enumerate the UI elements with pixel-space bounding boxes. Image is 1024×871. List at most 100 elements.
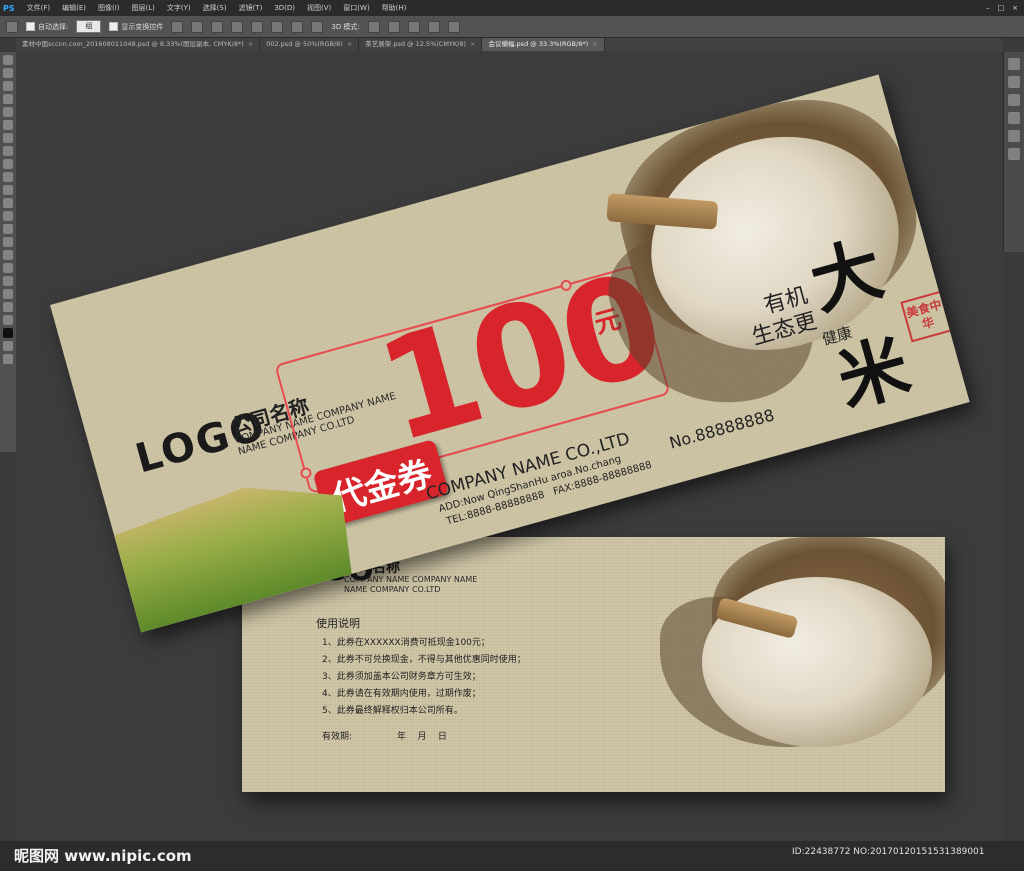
auto-select-label: 自动选择: <box>38 22 69 31</box>
stamp-tool-icon[interactable] <box>3 159 13 169</box>
menu-3d[interactable]: 3D(D) <box>268 4 301 12</box>
document-tabs: 素材中国sccnn.com_201608011048.psd @ 8.33%(图… <box>16 38 1002 51</box>
tab-document[interactable]: 002.psd @ 50%(RGB/8) × <box>260 38 360 51</box>
watermark-id: ID:22438772 NO:20170120151531389001 <box>792 847 985 857</box>
layers-panel-icon[interactable] <box>1008 148 1020 160</box>
voucher-number: No.88888888 <box>667 405 777 453</box>
path-select-tool-icon[interactable] <box>3 263 13 273</box>
paragraph-panel-icon[interactable] <box>1008 130 1020 142</box>
photoshop-logo[interactable]: PS <box>0 4 21 13</box>
tab-label: 002.psd @ 50%(RGB/8) <box>266 40 343 48</box>
close-icon[interactable]: × <box>1012 4 1018 12</box>
history-panel-icon[interactable] <box>1008 58 1020 70</box>
tab-label: 素材中国sccnn.com_201608011048.psd @ 8.33%(图… <box>22 40 244 48</box>
history-brush-tool-icon[interactable] <box>3 172 13 182</box>
crop-tool-icon[interactable] <box>3 107 13 117</box>
rule-item: 2、此券不可兑换现金，不得与其他优惠同时使用； <box>322 655 526 665</box>
dodge-tool-icon[interactable] <box>3 224 13 234</box>
back-company-name-en-1: COMPANY NAME COMPANY NAME <box>344 575 478 584</box>
minimize-icon[interactable]: – <box>986 4 990 12</box>
marquee-tool-icon[interactable] <box>3 68 13 78</box>
move-tool-icon[interactable] <box>6 20 18 33</box>
tab-document-active[interactable]: 会议横幅.psd @ 33.3%(RGB/8*) × <box>482 38 605 51</box>
type-tool-icon[interactable] <box>3 250 13 260</box>
menu-select[interactable]: 选择(S) <box>197 3 233 13</box>
3d-slide-icon[interactable] <box>427 20 440 33</box>
auto-select-dropdown[interactable]: 组 <box>76 20 102 33</box>
quick-select-tool-icon[interactable] <box>3 94 13 104</box>
menu-image[interactable]: 图像(I) <box>92 3 126 13</box>
screen-mode-icon[interactable] <box>3 354 13 364</box>
usage-title: 使用说明 <box>316 617 360 630</box>
brush-panel-icon[interactable] <box>1008 94 1020 106</box>
auto-select-option[interactable]: 自动选择: <box>26 22 68 32</box>
move-tool-icon[interactable] <box>3 55 13 65</box>
pen-tool-icon[interactable] <box>3 237 13 247</box>
menu-bar: PS 文件(F) 编辑(E) 图像(I) 图层(L) 文字(Y) 选择(S) 滤… <box>0 0 1024 17</box>
color-swatch-icon[interactable] <box>3 328 13 338</box>
tab-close-icon[interactable]: × <box>248 40 253 48</box>
tab-close-icon[interactable]: × <box>592 40 597 48</box>
align-top-icon[interactable] <box>171 20 184 33</box>
shape-tool-icon[interactable] <box>3 276 13 286</box>
align-center-icon[interactable] <box>251 20 264 33</box>
show-transform-option[interactable]: 显示变换控件 <box>109 22 163 32</box>
3d-pan-icon[interactable] <box>407 20 420 33</box>
brush-tool-icon[interactable] <box>3 146 13 156</box>
tab-document[interactable]: 素材中国sccnn.com_201608011048.psd @ 8.33%(图… <box>16 38 261 51</box>
3d-scale-icon[interactable] <box>447 20 460 33</box>
valid-period-fields: 年 月 日 <box>397 732 447 742</box>
rule-item: 3、此券须加盖本公司财务章方可生效； <box>322 672 481 682</box>
tab-document[interactable]: 茶艺展架.psd @ 12.5%(CMYK/8) × <box>359 38 483 51</box>
back-company-name-en-2: NAME COMPANY CO.LTD <box>344 585 441 594</box>
watermark-site: 昵图网 www.nipic.com <box>14 847 192 865</box>
zoom-tool-icon[interactable] <box>3 302 13 312</box>
menu-help[interactable]: 帮助(H) <box>376 3 413 13</box>
menu-window[interactable]: 窗口(W) <box>337 3 375 13</box>
window-controls: – □ × <box>986 4 1024 12</box>
menu-file[interactable]: 文件(F) <box>21 3 57 13</box>
lasso-tool-icon[interactable] <box>3 81 13 91</box>
gradient-tool-icon[interactable] <box>3 198 13 208</box>
tools-panel <box>0 52 17 452</box>
options-bar: 自动选择: 组 显示变换控件 3D 模式: <box>0 16 1024 38</box>
menu-filter[interactable]: 滤镜(T) <box>233 3 269 13</box>
voucher-back-card: LOGO 公司名称 COMPANY NAME COMPANY NAME NAME… <box>242 537 945 792</box>
right-panels <box>1003 52 1024 252</box>
tab-label: 茶艺展架.psd @ 12.5%(CMYK/8) <box>365 40 467 48</box>
menu-view[interactable]: 视图(V) <box>301 3 337 13</box>
menu-edit[interactable]: 编辑(E) <box>56 3 92 13</box>
rule-item: 1、此券在XXXXXX消费可抵现金100元； <box>322 638 490 648</box>
healing-tool-icon[interactable] <box>3 133 13 143</box>
tab-close-icon[interactable]: × <box>470 40 475 48</box>
blur-tool-icon[interactable] <box>3 211 13 221</box>
distribute-icon[interactable] <box>311 20 324 33</box>
align-middle-icon[interactable] <box>191 20 204 33</box>
3d-roll-icon[interactable] <box>387 20 400 33</box>
checkbox-icon[interactable] <box>109 22 119 31</box>
show-transform-label: 显示变换控件 <box>121 22 164 31</box>
rule-item: 4、此券请在有效期内使用，过期作废； <box>322 689 481 699</box>
tab-label: 会议横幅.psd @ 33.3%(RGB/8*) <box>488 40 589 48</box>
character-panel-icon[interactable] <box>1008 112 1020 124</box>
distribute-icon[interactable] <box>291 20 304 33</box>
align-bottom-icon[interactable] <box>211 20 224 33</box>
valid-period-label: 有效期: <box>322 732 353 742</box>
eyedropper-tool-icon[interactable] <box>3 120 13 130</box>
3d-rotate-icon[interactable] <box>367 20 380 33</box>
menu-type[interactable]: 文字(Y) <box>161 3 197 13</box>
eraser-tool-icon[interactable] <box>3 185 13 195</box>
usage-rules: 1、此券在XXXXXX消费可抵现金100元； 2、此券不可兑换现金，不得与其他优… <box>322 635 526 720</box>
hand-tool-icon[interactable] <box>3 289 13 299</box>
align-right-icon[interactable] <box>271 20 284 33</box>
properties-panel-icon[interactable] <box>1008 76 1020 88</box>
tab-close-icon[interactable]: × <box>347 40 352 48</box>
3d-mode-label: 3D 模式: <box>331 22 360 31</box>
quick-mask-icon[interactable] <box>3 341 13 351</box>
maximize-icon[interactable]: □ <box>998 4 1005 12</box>
more-tools-icon[interactable] <box>3 315 13 325</box>
menu-layer[interactable]: 图层(L) <box>126 3 161 13</box>
checkbox-icon[interactable] <box>26 22 35 31</box>
rule-item: 5、此券最终解释权归本公司所有。 <box>322 706 463 716</box>
align-left-icon[interactable] <box>231 20 244 33</box>
